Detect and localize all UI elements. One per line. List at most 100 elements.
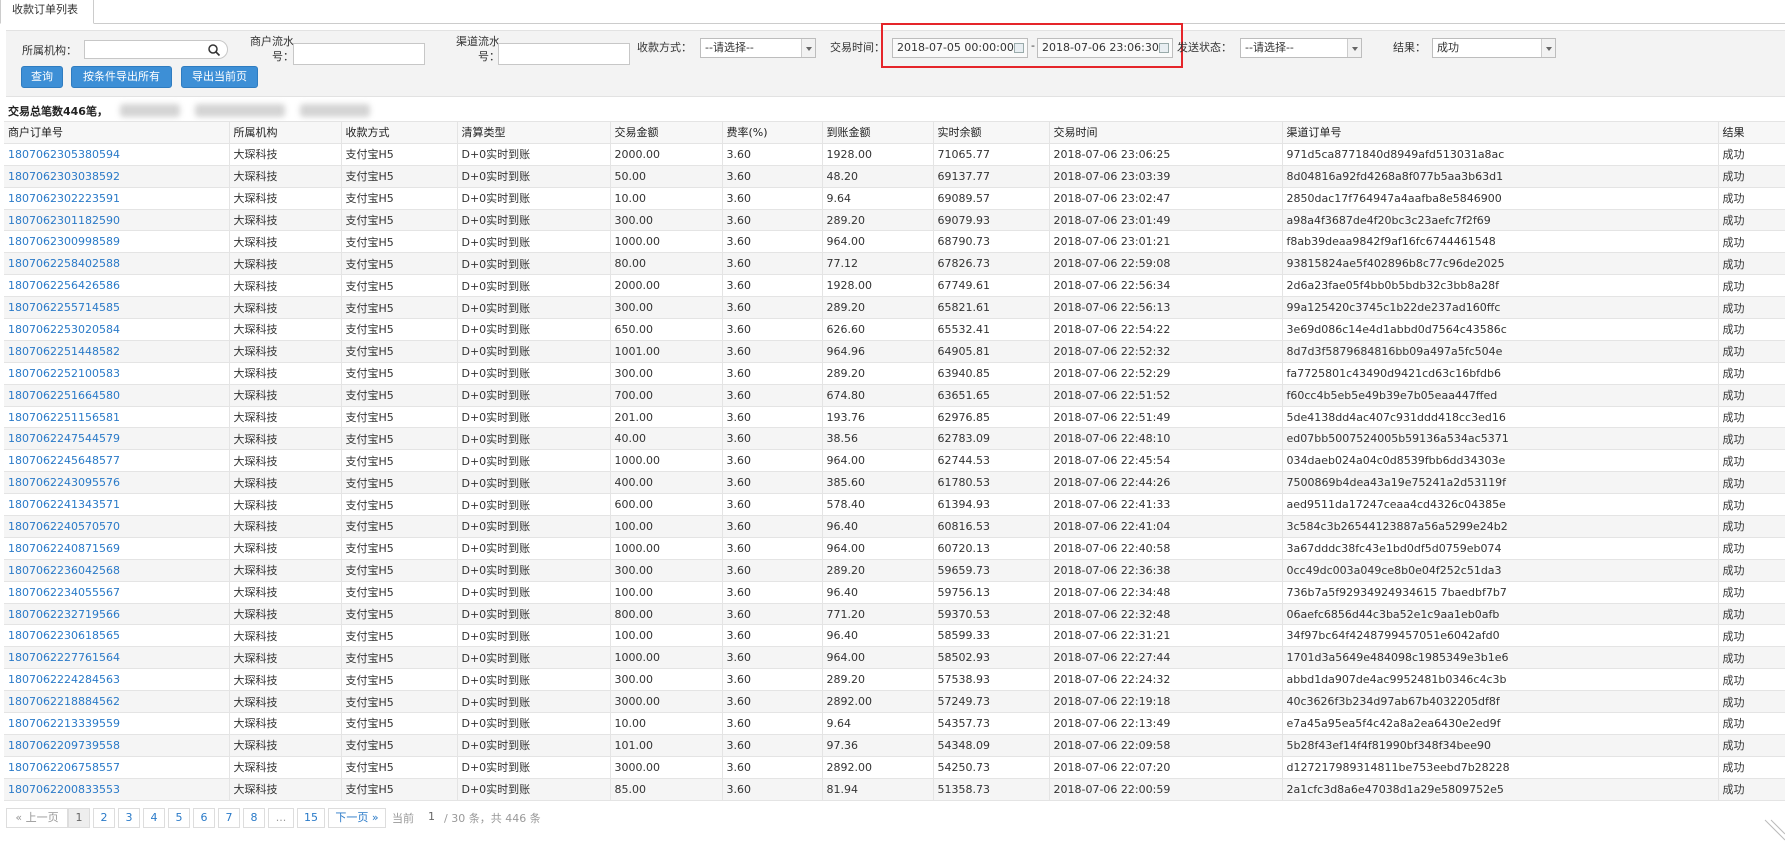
page-button-15[interactable]: 15	[297, 808, 325, 828]
page-button-3[interactable]: 3	[118, 808, 140, 828]
cell-order-no[interactable]: 1807062227761564	[4, 646, 230, 670]
order-no-link[interactable]: 1807062256426586	[8, 279, 120, 292]
order-no-link[interactable]: 1807062251448582	[8, 345, 120, 358]
cell-org: 大琛科技	[229, 406, 342, 429]
cell-order-no[interactable]: 1807062301182590	[4, 209, 230, 232]
cell-settle-type: D+0实时到账	[457, 581, 611, 604]
result-select[interactable]: 成功	[1432, 38, 1556, 58]
cell-order-no[interactable]: 1807062206758557	[4, 756, 230, 779]
page-button-7[interactable]: 7	[218, 808, 240, 828]
cell-order-no[interactable]: 1807062300998589	[4, 230, 230, 254]
order-no-link[interactable]: 1807062240570570	[8, 520, 120, 533]
order-no-link[interactable]: 1807062251664580	[8, 389, 120, 402]
order-no-link[interactable]: 1807062213339559	[8, 717, 120, 730]
column-header-balance: 实时余额	[933, 121, 1050, 144]
org-search-input[interactable]	[84, 40, 228, 59]
cell-result: 成功	[1718, 340, 1785, 363]
cell-order-no[interactable]: 1807062302223591	[4, 187, 230, 210]
cell-order-no[interactable]: 1807062305380594	[4, 143, 230, 166]
cell-order-no[interactable]: 1807062200833553	[4, 778, 230, 801]
order-no-link[interactable]: 1807062258402588	[8, 257, 120, 270]
cell-order-no[interactable]: 1807062252100583	[4, 362, 230, 385]
next-page-button[interactable]: 下一页 »	[328, 808, 386, 828]
cell-order-no[interactable]: 1807062255714585	[4, 296, 230, 320]
cell-order-no[interactable]: 1807062253020584	[4, 318, 230, 341]
cell-order-no[interactable]: 1807062303038592	[4, 165, 230, 188]
cell-received: 48.20	[822, 165, 934, 188]
search-icon[interactable]	[207, 43, 221, 57]
page-button-4[interactable]: 4	[143, 808, 165, 828]
cell-order-no[interactable]: 1807062241343571	[4, 493, 230, 517]
export-page-button[interactable]: 导出当前页	[181, 66, 258, 88]
send-status-select[interactable]: --请选择--	[1240, 38, 1362, 58]
order-no-link[interactable]: 1807062251156581	[8, 411, 120, 424]
order-no-link[interactable]: 1807062243095576	[8, 476, 120, 489]
column-header-amount: 交易金额	[610, 121, 723, 144]
order-no-link[interactable]: 1807062245648577	[8, 454, 120, 467]
cell-org: 大琛科技	[229, 362, 342, 385]
order-no-link[interactable]: 1807062240871569	[8, 542, 120, 555]
cell-order-no[interactable]: 1807062240570570	[4, 515, 230, 538]
merchant-serial-input[interactable]	[293, 43, 425, 65]
cell-order-no[interactable]: 1807062213339559	[4, 712, 230, 735]
export-all-button[interactable]: 按条件导出所有	[71, 66, 172, 88]
order-no-link[interactable]: 1807062253020584	[8, 323, 120, 336]
cell-order-no[interactable]: 1807062224284563	[4, 668, 230, 692]
order-no-link[interactable]: 1807062300998589	[8, 235, 120, 248]
page-button-6[interactable]: 6	[193, 808, 215, 828]
table-row: 1807062251664580 大琛科技 支付宝H5 D+0实时到账 700.00 3.…	[4, 384, 1785, 407]
order-no-link[interactable]: 1807062305380594	[8, 148, 120, 161]
order-no-link[interactable]: 1807062234055567	[8, 586, 120, 599]
page-button-8[interactable]: 8	[243, 808, 265, 828]
cell-order-no[interactable]: 1807062245648577	[4, 449, 230, 473]
cell-amount: 650.00	[610, 318, 723, 341]
order-no-link[interactable]: 1807062236042568	[8, 564, 120, 577]
cell-order-no[interactable]: 1807062209739558	[4, 734, 230, 757]
page-button-2[interactable]: 2	[93, 808, 115, 828]
query-button[interactable]: 查询	[21, 66, 63, 88]
order-no-link[interactable]: 1807062255714585	[8, 301, 120, 314]
cell-amount: 50.00	[610, 165, 723, 188]
cell-order-no[interactable]: 1807062230618565	[4, 624, 230, 648]
cell-order-no[interactable]: 1807062240871569	[4, 537, 230, 560]
order-no-link[interactable]: 1807062301182590	[8, 214, 120, 227]
pay-method-select[interactable]: --请选择--	[700, 38, 816, 58]
channel-serial-label: 渠道流水号：	[456, 35, 500, 63]
order-no-link[interactable]: 1807062241343571	[8, 498, 120, 511]
cell-channel-order-no: 06aefc6856d44c3ba52e1c9aa1eb0afb	[1282, 603, 1719, 626]
cell-order-no[interactable]: 1807062218884562	[4, 690, 230, 714]
order-no-link[interactable]: 1807062200833553	[8, 783, 120, 796]
order-no-link[interactable]: 1807062224284563	[8, 673, 120, 686]
cell-order-no[interactable]: 1807062234055567	[4, 581, 230, 604]
page-button-1[interactable]: 1	[68, 808, 90, 828]
cell-order-no[interactable]: 1807062247544579	[4, 427, 230, 451]
column-header-order-no: 商户订单号	[4, 121, 230, 144]
order-no-link[interactable]: 1807062252100583	[8, 367, 120, 380]
order-no-link[interactable]: 1807062218884562	[8, 695, 120, 708]
cell-amount: 10.00	[610, 187, 723, 210]
cell-order-no[interactable]: 1807062232719566	[4, 603, 230, 626]
cell-order-no[interactable]: 1807062251664580	[4, 384, 230, 407]
cell-pay-method: 支付宝H5	[341, 624, 458, 648]
table-row: 1807062303038592 大琛科技 支付宝H5 D+0实时到账 50.00 3.6…	[4, 165, 1785, 188]
page-button-5[interactable]: 5	[168, 808, 190, 828]
order-no-link[interactable]: 1807062227761564	[8, 651, 120, 664]
cell-order-no[interactable]: 1807062251448582	[4, 340, 230, 363]
prev-page-button[interactable]: « 上一页	[6, 808, 68, 828]
channel-serial-input[interactable]	[498, 43, 630, 65]
cell-order-no[interactable]: 1807062258402588	[4, 252, 230, 276]
cell-fee-rate: 3.60	[722, 406, 823, 429]
cell-order-no[interactable]: 1807062251156581	[4, 406, 230, 429]
cell-order-no[interactable]: 1807062236042568	[4, 559, 230, 582]
tab-order-list[interactable]: 收款订单列表	[0, 0, 94, 24]
order-no-link[interactable]: 1807062209739558	[8, 739, 120, 752]
order-no-link[interactable]: 1807062230618565	[8, 629, 120, 642]
cell-order-no[interactable]: 1807062256426586	[4, 274, 230, 298]
summary-text: 交易总笔数446笔，	[8, 105, 108, 118]
order-no-link[interactable]: 1807062303038592	[8, 170, 120, 183]
order-no-link[interactable]: 1807062247544579	[8, 432, 120, 445]
order-no-link[interactable]: 1807062206758557	[8, 761, 120, 774]
order-no-link[interactable]: 1807062302223591	[8, 192, 120, 205]
order-no-link[interactable]: 1807062232719566	[8, 608, 120, 621]
cell-order-no[interactable]: 1807062243095576	[4, 471, 230, 495]
